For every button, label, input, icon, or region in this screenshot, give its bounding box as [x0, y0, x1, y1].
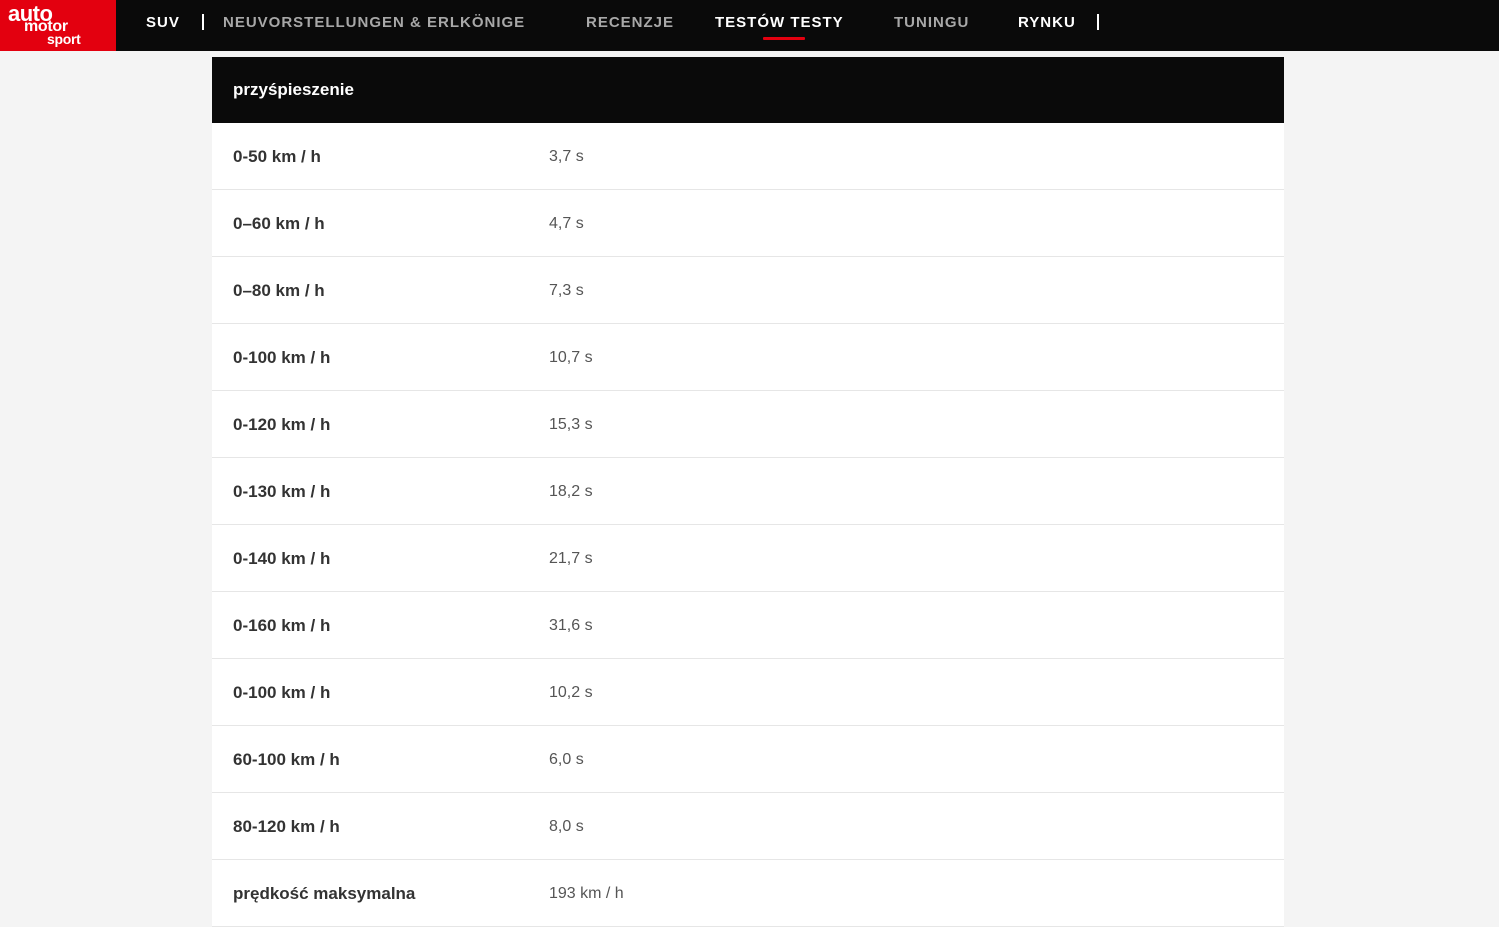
spec-label: 0-100 km / h	[233, 348, 331, 367]
logo-text-sport: sport	[47, 31, 81, 47]
spec-value: 7,3 s	[549, 282, 584, 299]
nav-item-recenzje[interactable]: RECENZJE	[586, 0, 674, 45]
active-nav-indicator	[763, 37, 805, 40]
spec-value: 10,7 s	[549, 349, 593, 366]
spec-label: 0-130 km / h	[233, 482, 331, 501]
spec-value: 18,2 s	[549, 483, 593, 500]
table-row: 0–60 km / h 4,7 s	[212, 190, 1284, 257]
spec-value: 6,0 s	[549, 751, 584, 768]
table-row: 0-100 km / h 10,7 s	[212, 324, 1284, 391]
spec-label: 0-50 km / h	[233, 147, 321, 166]
spec-label: 80-120 km / h	[233, 817, 340, 836]
nav-item-suv[interactable]: SUV	[146, 0, 180, 45]
table-row: 0-100 km / h 10,2 s	[212, 659, 1284, 726]
spec-value: 31,6 s	[549, 617, 593, 634]
nav-item-rynku[interactable]: RYNKU	[1018, 0, 1076, 45]
nav-item-tuningu[interactable]: TUNINGU	[894, 0, 969, 45]
table-row: 0-130 km / h 18,2 s	[212, 458, 1284, 525]
spec-value: 4,7 s	[549, 215, 584, 232]
spec-label: 0-100 km / h	[233, 683, 331, 702]
spec-value: 10,2 s	[549, 684, 593, 701]
table-header-title: przyśpieszenie	[233, 80, 354, 99]
nav-item-neuvorstellungen[interactable]: NEUVORSTELLUNGEN & ERLKÖNIGE	[223, 0, 525, 45]
table-row: 0-120 km / h 15,3 s	[212, 391, 1284, 458]
spec-label: 60-100 km / h	[233, 750, 340, 769]
table-row: 0-50 km / h 3,7 s	[212, 123, 1284, 190]
table-row: 60-100 km / h 6,0 s	[212, 726, 1284, 793]
auto-motor-sport-logo[interactable]: auto motor sport	[0, 0, 116, 51]
spec-value: 8,0 s	[549, 818, 584, 835]
spec-label: 0-160 km / h	[233, 616, 331, 635]
spec-value: 21,7 s	[549, 550, 593, 567]
table-row: prędkość maksymalna 193 km / h	[212, 860, 1284, 927]
top-navigation-bar: auto motor sport SUV NEUVORSTELLUNGEN & …	[0, 0, 1499, 51]
table-row: 0-140 km / h 21,7 s	[212, 525, 1284, 592]
nav-separator	[1097, 14, 1099, 30]
spec-label: 0–80 km / h	[233, 281, 325, 300]
table-body: 0-50 km / h 3,7 s 0–60 km / h 4,7 s 0–80 km …	[212, 123, 1284, 927]
table-row: 80-120 km / h 8,0 s	[212, 793, 1284, 860]
spec-label: prędkość maksymalna	[233, 884, 416, 903]
table-header: przyśpieszenie	[212, 57, 1284, 123]
spec-value: 3,7 s	[549, 148, 584, 165]
spec-label: 0-140 km / h	[233, 549, 331, 568]
spec-value: 193 km / h	[549, 885, 624, 902]
table-row: 0–80 km / h 7,3 s	[212, 257, 1284, 324]
spec-label: 0–60 km / h	[233, 214, 325, 233]
spec-label: 0-120 km / h	[233, 415, 331, 434]
spec-value: 15,3 s	[549, 416, 593, 433]
table-row: 0-160 km / h 31,6 s	[212, 592, 1284, 659]
acceleration-spec-table: przyśpieszenie 0-50 km / h 3,7 s 0–60 km /…	[212, 57, 1284, 927]
nav-separator	[202, 14, 204, 30]
